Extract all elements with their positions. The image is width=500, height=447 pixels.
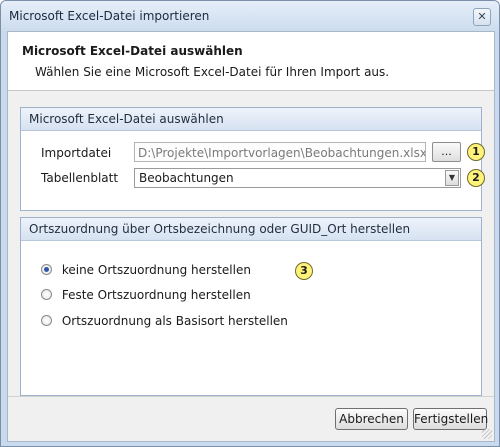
import-file-field[interactable]: D:\Projekte\Importvorlagen\Beobachtungen… (134, 142, 426, 162)
page-title: Microsoft Excel-Datei auswählen (22, 44, 243, 58)
sheet-dropdown[interactable]: Beobachtungen ▼ (134, 168, 461, 188)
location-group-title: Ortszuordnung über Ortsbezeichnung oder … (21, 218, 481, 241)
page-subtitle: Wählen Sie eine Microsoft Excel-Datei fü… (35, 65, 390, 79)
finish-button[interactable]: Fertigstellen (413, 408, 488, 430)
import-file-label: Importdatei (41, 146, 112, 160)
radio-button[interactable] (41, 289, 52, 300)
browse-button[interactable]: ... (432, 142, 461, 162)
radio-option-none[interactable]: keine Ortszuordnung herstellen (41, 262, 251, 278)
callout-badge-3: 3 (295, 262, 313, 280)
radio-option-fixed[interactable]: Feste Ortszuordnung herstellen (41, 287, 251, 303)
callout-badge-2: 2 (467, 169, 485, 187)
wizard-header: Microsoft Excel-Datei auswählen Wählen S… (8, 32, 494, 91)
location-assignment-group: Ortszuordnung über Ortsbezeichnung oder … (20, 217, 482, 396)
radio-button[interactable] (41, 264, 52, 275)
dialog-client-area: Microsoft Excel-Datei auswählen Wählen S… (7, 31, 495, 442)
dialog-footer: Abbrechen Fertigstellen (8, 396, 494, 441)
file-group-title: Microsoft Excel-Datei auswählen (21, 108, 481, 131)
sheet-label: Tabellenblatt (41, 171, 119, 185)
file-selection-group: Microsoft Excel-Datei auswählen Importda… (20, 107, 485, 211)
resize-grip-icon[interactable] (482, 429, 492, 439)
dialog-window: Microsoft Excel-Datei importieren ✕ Micr… (0, 0, 500, 447)
chevron-down-icon[interactable]: ▼ (445, 170, 459, 186)
cancel-button[interactable]: Abbrechen (335, 408, 408, 430)
sheet-selected-value: Beobachtungen (139, 171, 234, 185)
callout-badge-1: 1 (467, 143, 485, 161)
window-title: Microsoft Excel-Datei importieren (9, 9, 210, 23)
radio-label[interactable]: keine Ortszuordnung herstellen (62, 263, 251, 277)
radio-label[interactable]: Ortszuordnung als Basisort herstellen (62, 314, 288, 328)
radio-button[interactable] (41, 315, 52, 326)
radio-option-base[interactable]: Ortszuordnung als Basisort herstellen (41, 313, 288, 329)
radio-label[interactable]: Feste Ortszuordnung herstellen (62, 288, 251, 302)
close-icon[interactable]: ✕ (473, 8, 491, 26)
title-bar[interactable]: Microsoft Excel-Datei importieren ✕ (1, 1, 499, 31)
